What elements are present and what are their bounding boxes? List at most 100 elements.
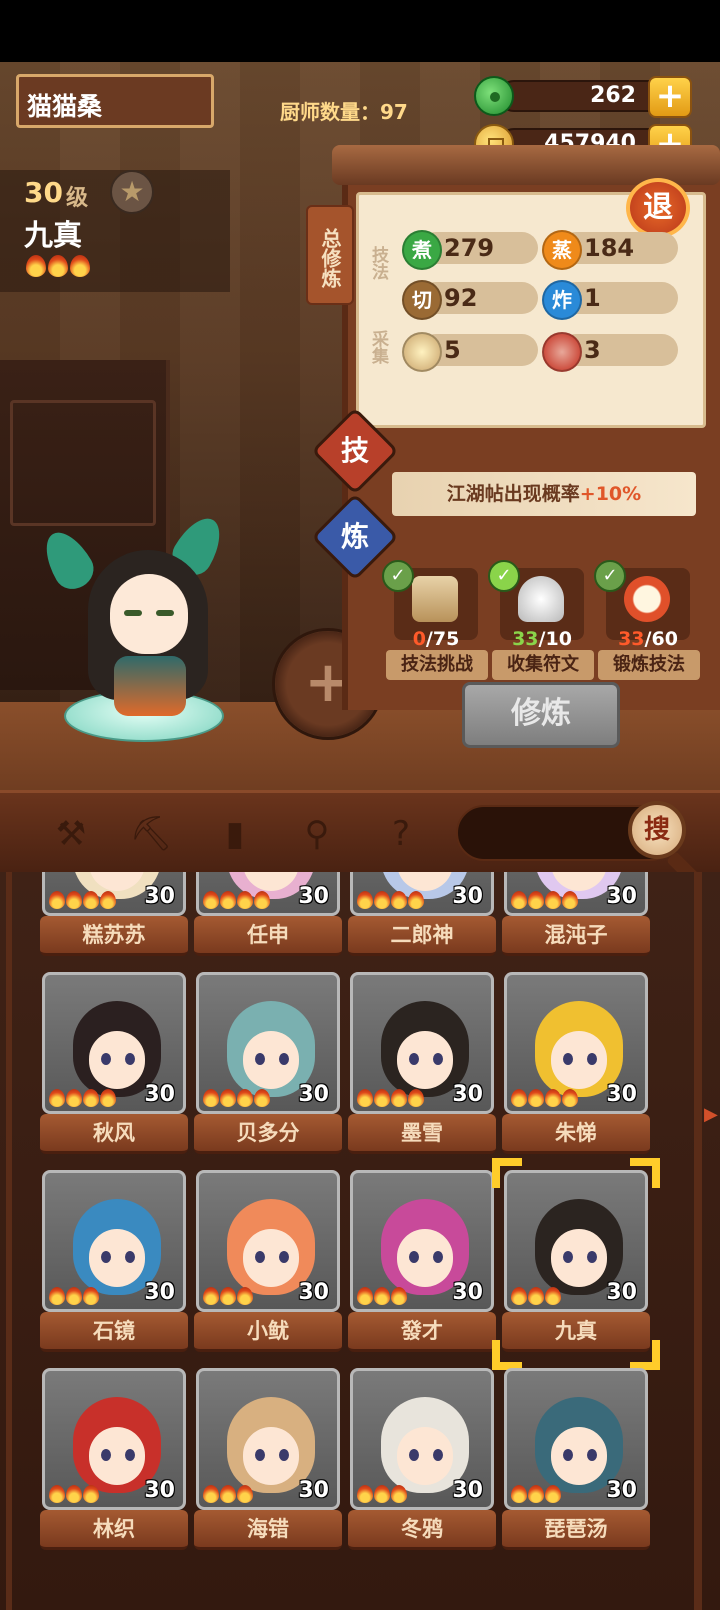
chef-card-level: 30: [298, 884, 329, 909]
chef-card-level: 30: [606, 1082, 637, 1107]
flame-icon: [237, 1287, 253, 1305]
meat-icon: [542, 332, 582, 372]
chef-portrait: 30: [504, 972, 648, 1114]
chef-portrait: 30: [196, 972, 340, 1114]
chef-card-name: 琵琶汤: [502, 1510, 650, 1550]
chef-eye: [101, 1251, 111, 1263]
check-icon: ✓: [594, 560, 626, 592]
banner-bonus: +10%: [579, 483, 642, 505]
flame-icon: [357, 1485, 373, 1503]
star-icon[interactable]: ★: [110, 170, 154, 214]
rarity-flames: [357, 1485, 407, 1503]
chef-card[interactable]: 30 任申: [194, 872, 342, 962]
chef-eye: [279, 1449, 289, 1461]
chef-eye: [101, 1449, 111, 1461]
chef-portrait: 30: [196, 872, 340, 916]
chef-card[interactable]: 30 二郎神: [348, 872, 496, 962]
flame-icon: [100, 891, 116, 909]
chef-card[interactable]: 30 秋风: [40, 972, 188, 1160]
rarity-flames: [203, 1089, 270, 1107]
add-jade-button[interactable]: +: [648, 76, 692, 118]
map-question-icon[interactable]: ?: [378, 811, 424, 857]
task-label: 锻炼技法: [598, 650, 700, 680]
train-tab[interactable]: 炼: [324, 506, 386, 568]
retreat-button[interactable]: 退: [626, 178, 690, 238]
flame-icon: [528, 1089, 544, 1107]
chef-card-level: 30: [298, 1478, 329, 1503]
check-icon: ✓: [382, 560, 414, 592]
chef-card-level: 30: [452, 1280, 483, 1305]
fry-badge: 炸: [542, 280, 582, 320]
gather-rice: 5: [402, 332, 542, 372]
flame-icon: [220, 1287, 236, 1305]
chef-card[interactable]: 30 小鱿: [194, 1170, 342, 1358]
flame-icon: [220, 1485, 236, 1503]
pickaxe-icon[interactable]: ⛏: [128, 811, 174, 857]
flame-icon: [66, 891, 82, 909]
flame-icon: [562, 1089, 578, 1107]
rarity-flames: [49, 891, 116, 909]
chef-eye: [279, 1053, 289, 1065]
chef-portrait: 30: [504, 872, 648, 916]
scroll-icon: [412, 576, 458, 622]
task-collect-runes[interactable]: ✓ 33/10 收集符文: [488, 560, 594, 680]
chef-card[interactable]: 30 贝多分: [194, 972, 342, 1160]
chef-eye: [563, 1053, 573, 1065]
chef-portrait: 30: [196, 1368, 340, 1510]
chef-card[interactable]: 30 墨雪: [348, 972, 496, 1160]
chef-card-level: 30: [452, 1478, 483, 1503]
chef-eye: [279, 1251, 289, 1263]
chef-card-level: 30: [298, 1082, 329, 1107]
task-skill-challenge[interactable]: ✓ 0/75 技法挑战: [382, 560, 488, 680]
chef-card[interactable]: 30 林织: [40, 1368, 188, 1556]
chef-eye: [255, 1251, 265, 1263]
selection-corner: [492, 1158, 522, 1188]
search-button[interactable]: 搜: [628, 801, 686, 859]
location-pin-icon[interactable]: ⚲: [294, 811, 340, 857]
chef-portrait: 30: [504, 1170, 648, 1312]
chef-card[interactable]: 30 發才: [348, 1170, 496, 1358]
chef-card[interactable]: 30 海错: [194, 1368, 342, 1556]
chef-eye: [125, 1251, 135, 1263]
chef-rarity-flames: [26, 255, 90, 277]
task-progress: 33/10: [512, 628, 572, 650]
check-icon: ✓: [488, 560, 520, 592]
task-forge-technique[interactable]: ✓ 33/60 锻炼技法: [594, 560, 700, 680]
character-body: [114, 656, 186, 716]
skill-steam: 蒸 184: [542, 230, 682, 270]
chef-card[interactable]: 30 混沌子: [502, 872, 650, 962]
chef-card[interactable]: 30 糕苏苏: [40, 872, 188, 962]
rarity-flames: [203, 1485, 253, 1503]
rarity-flames: [511, 1485, 561, 1503]
chef-card[interactable]: 30 冬鸦: [348, 1368, 496, 1556]
flame-icon: [391, 1089, 407, 1107]
total-training-tab[interactable]: 总修炼: [306, 205, 354, 305]
skill-tab[interactable]: 技: [324, 420, 386, 482]
chef-eye: [587, 1449, 597, 1461]
flame-icon: [48, 255, 68, 277]
chef-portrait: 30: [42, 972, 186, 1114]
jar-icon[interactable]: ▮: [212, 811, 258, 857]
shovel-icon[interactable]: ⚒: [48, 811, 94, 857]
flame-icon: [545, 891, 561, 909]
chef-face: [89, 1031, 145, 1089]
right-arrow-icon[interactable]: ▶: [704, 1104, 718, 1125]
flame-icon: [83, 891, 99, 909]
chef-card-level: 30: [606, 884, 637, 909]
chef-card-name: 混沌子: [502, 916, 650, 956]
chef-card[interactable]: 30 石镜: [40, 1170, 188, 1358]
flame-icon: [357, 1287, 373, 1305]
rice-icon: [402, 332, 442, 372]
player-name-plate[interactable]: 猫猫桑: [16, 74, 214, 128]
train-button[interactable]: 修炼: [462, 682, 620, 748]
chef-roster: ▶ 30 糕苏苏 30 任申 30 二郎神 30 混沌子 30 秋风 30 贝多分 30 墨雪 30 朱悌 30…: [0, 872, 720, 1610]
chef-card-level: 30: [606, 1478, 637, 1503]
chef-card[interactable]: 30 朱悌: [502, 972, 650, 1160]
roster-frame: [694, 872, 702, 1610]
chef-card[interactable]: 30 琵琶汤: [502, 1368, 650, 1556]
rarity-flames: [511, 891, 578, 909]
chef-card[interactable]: 30 九真: [502, 1170, 650, 1358]
chef-character[interactable]: [35, 510, 231, 720]
flame-icon: [528, 891, 544, 909]
chef-eye: [587, 1251, 597, 1263]
